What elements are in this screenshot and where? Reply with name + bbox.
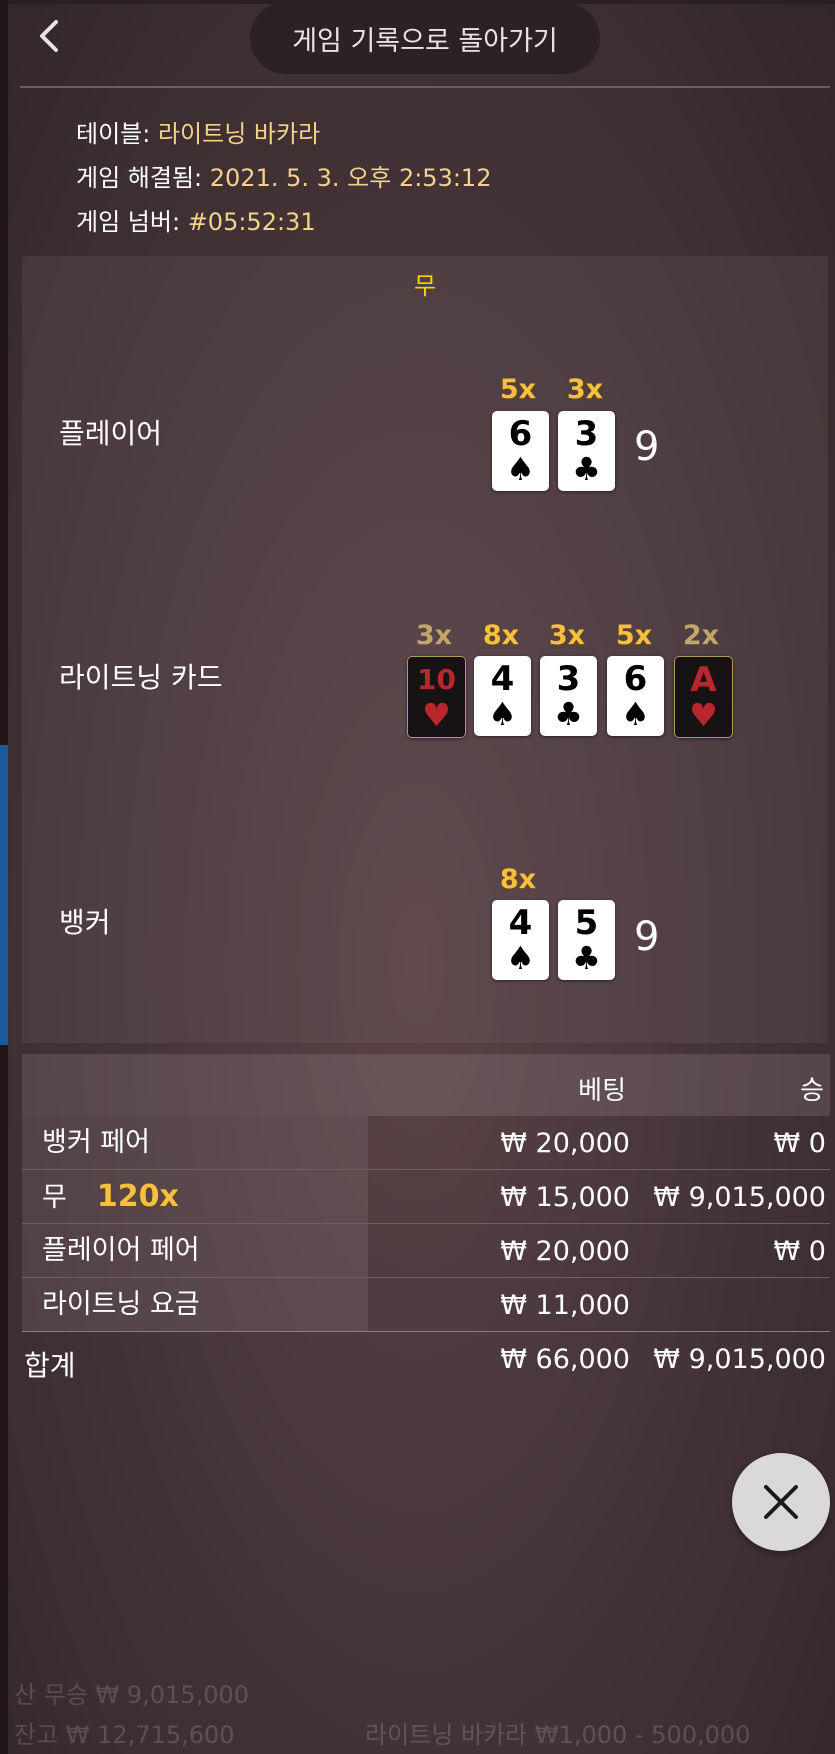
banker-total: 9 <box>634 914 660 960</box>
card-rank: 10 <box>417 663 456 696</box>
bets-table: 베팅 승 뱅커 페어 ₩ 20,000 ₩ 0 무 120x ₩ 15,000 ₩… <box>22 1054 830 1388</box>
playing-card: A ♥ <box>674 656 733 738</box>
card-multiplier: 3x <box>566 374 604 405</box>
ghost-text: 라이트닝 바카라 ₩1,000 - 500,000 <box>365 1721 751 1749</box>
ghost-text: 산 무승 ₩ 9,015,000 <box>14 1681 250 1709</box>
game-number-label: 게임 넘버: <box>76 208 181 236</box>
bet-name: 뱅커 페어 <box>22 1116 368 1169</box>
bet-name: 라이트닝 요금 <box>22 1278 368 1331</box>
playing-card: 10 ♥ <box>407 656 466 738</box>
resolved-label: 게임 해결됨: <box>76 164 203 192</box>
playing-card: 4 ♠ <box>492 900 549 980</box>
card-multiplier: 5x <box>615 620 653 651</box>
club-icon: ♣ <box>554 695 583 733</box>
card-rank: 4 <box>508 903 533 943</box>
card-rank: 6 <box>623 659 648 699</box>
bet-amount: ₩ 20,000 <box>500 1128 630 1159</box>
banker-label: 뱅커 <box>59 906 111 939</box>
playing-card: 6 ♠ <box>492 411 549 491</box>
close-button[interactable] <box>732 1453 830 1551</box>
spade-icon: ♠ <box>621 695 650 733</box>
card-multiplier: 8x <box>482 620 520 651</box>
total-label: 합계 <box>24 1349 76 1382</box>
spade-icon: ♠ <box>506 450 535 488</box>
lightning-cards-label: 라이트닝 카드 <box>59 661 223 694</box>
card-multiplier: 2x <box>682 620 720 651</box>
result-panel: 무 플레이어 5x 3x 6 ♠ 3 ♣ 9 라이트닝 카드 3x 8x 3x … <box>22 256 828 1043</box>
playing-card: 3 ♣ <box>540 656 597 736</box>
player-total: 9 <box>634 424 660 470</box>
header-divider <box>20 86 830 88</box>
card-rank: 3 <box>574 414 599 454</box>
card-rank: 6 <box>508 414 533 454</box>
table-total-row: 합계 ₩ 66,000 ₩ 9,015,000 <box>22 1331 830 1388</box>
card-multiplier: 8x <box>499 864 537 895</box>
table-row: 플레이어 페어 ₩ 20,000 ₩ 0 <box>22 1224 830 1278</box>
tie-multiplier: 120x <box>96 1179 179 1214</box>
card-multiplier: 3x <box>548 620 586 651</box>
win-amount: ₩ 0 <box>773 1128 826 1159</box>
card-multiplier: 5x <box>499 374 537 405</box>
heart-icon: ♥ <box>689 696 718 734</box>
column-header-win: 승 <box>800 1076 824 1106</box>
card-rank: 4 <box>490 659 515 699</box>
total-bet-amount: ₩ 66,000 <box>500 1344 630 1375</box>
back-button[interactable] <box>28 14 72 58</box>
playing-card: 4 ♠ <box>474 656 531 736</box>
card-multiplier: 3x <box>415 620 453 651</box>
bet-amount: ₩ 15,000 <box>500 1182 630 1213</box>
resolved-info: 게임 해결됨: 2021. 5. 3. 오후 2:53:12 <box>76 158 491 193</box>
ghost-text: 잔고 ₩ 12,715,600 <box>14 1721 235 1749</box>
win-amount: ₩ 0 <box>773 1236 826 1267</box>
win-amount: ₩ 9,015,000 <box>653 1182 826 1213</box>
bet-name: 무 120x <box>22 1170 368 1223</box>
chevron-left-icon <box>40 20 58 52</box>
playing-card: 6 ♠ <box>607 656 664 736</box>
game-number-value: #05:52:31 <box>187 208 316 236</box>
resolved-value: 2021. 5. 3. 오후 2:53:12 <box>209 164 492 192</box>
table-label: 테이블: <box>76 120 151 148</box>
game-number-info: 게임 넘버: #05:52:31 <box>76 202 316 237</box>
table-value: 라이트닝 바카라 <box>157 120 321 148</box>
bet-name: 플레이어 페어 <box>22 1224 368 1277</box>
playing-card: 3 ♣ <box>558 411 615 491</box>
table-row: 라이트닝 요금 ₩ 11,000 <box>22 1278 830 1331</box>
player-label: 플레이어 <box>59 417 163 450</box>
total-win-amount: ₩ 9,015,000 <box>653 1344 826 1375</box>
close-icon <box>764 1485 798 1519</box>
column-header-bet: 베팅 <box>578 1076 626 1106</box>
spade-icon: ♠ <box>488 695 517 733</box>
card-rank: 3 <box>556 659 581 699</box>
table-row: 무 120x ₩ 15,000 ₩ 9,015,000 <box>22 1170 830 1224</box>
table-header: 베팅 승 <box>22 1054 830 1116</box>
playing-card: 5 ♣ <box>558 900 615 980</box>
heart-icon: ♥ <box>422 696 451 734</box>
left-strip <box>0 0 8 1754</box>
card-rank: A <box>690 660 717 700</box>
spade-icon: ♠ <box>506 939 535 977</box>
table-row: 뱅커 페어 ₩ 20,000 ₩ 0 <box>22 1116 830 1170</box>
club-icon: ♣ <box>572 939 601 977</box>
outcome-label: 무 <box>413 272 437 300</box>
table-info: 테이블: 라이트닝 바카라 <box>76 114 320 149</box>
bet-amount: ₩ 20,000 <box>500 1236 630 1267</box>
club-icon: ♣ <box>572 450 601 488</box>
card-rank: 5 <box>574 903 599 943</box>
bet-amount: ₩ 11,000 <box>500 1290 630 1321</box>
back-to-history-button[interactable]: 게임 기록으로 돌아가기 <box>250 2 600 74</box>
